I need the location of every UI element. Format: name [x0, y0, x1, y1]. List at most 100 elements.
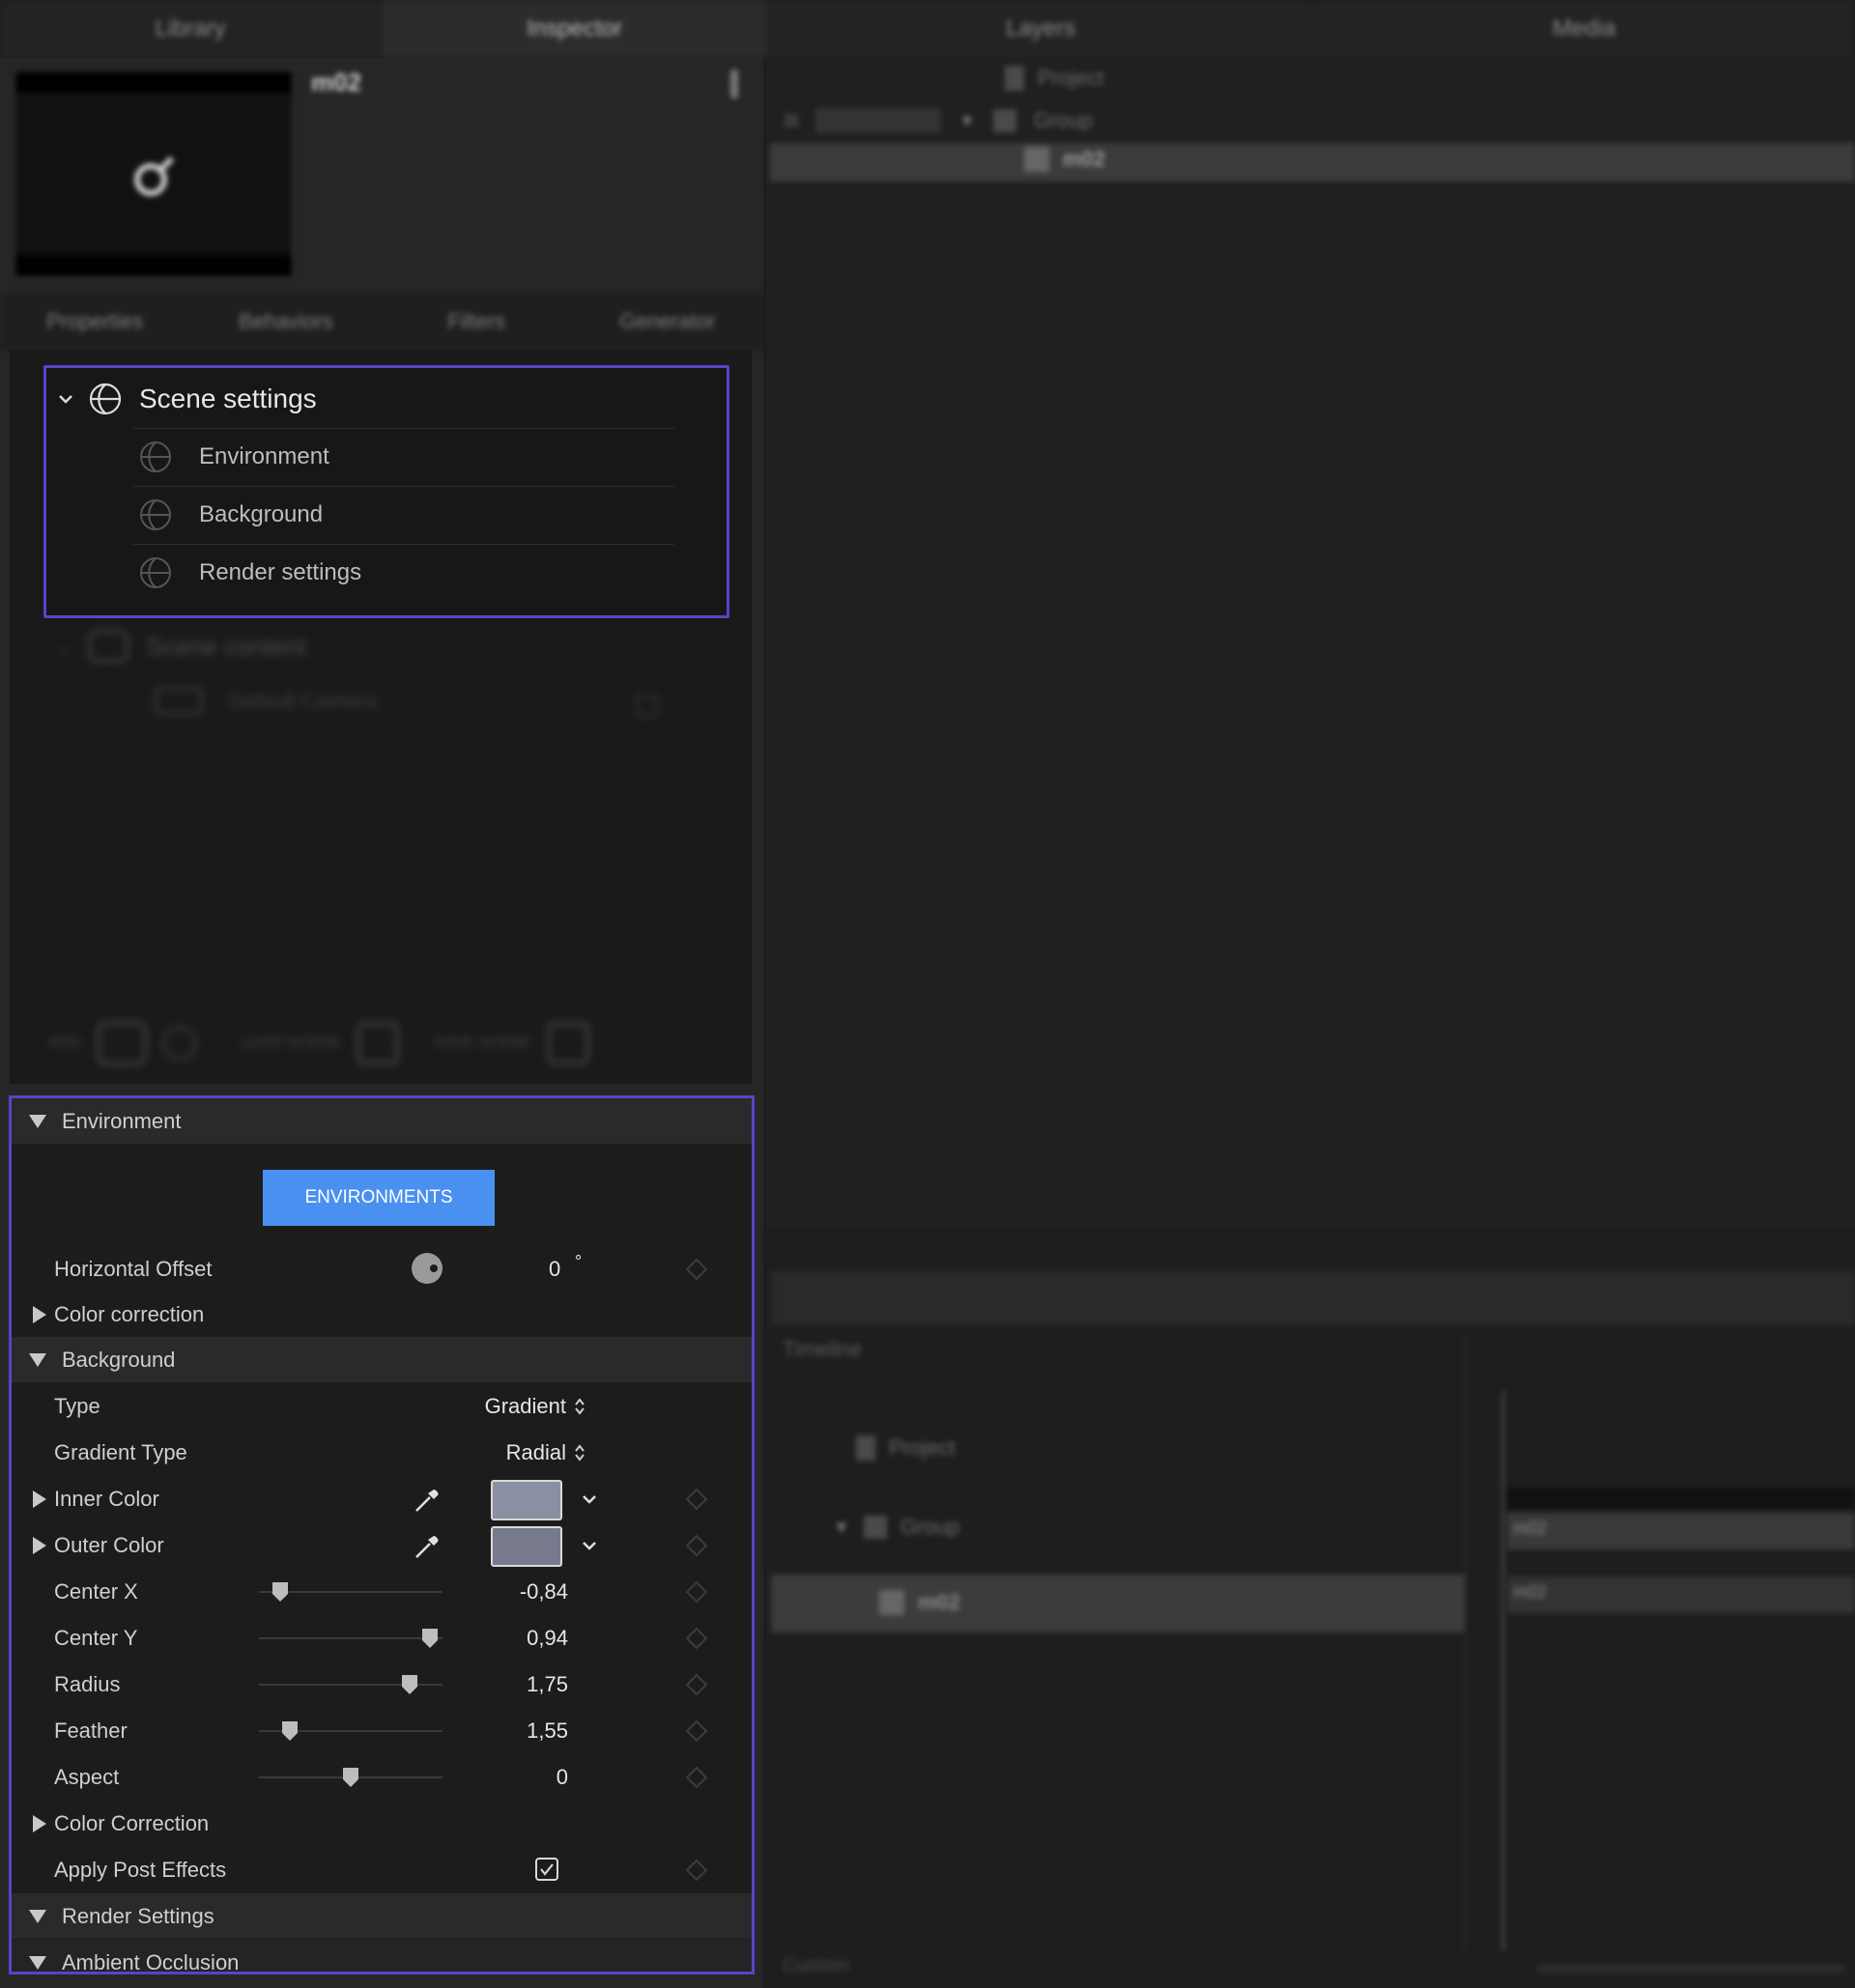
disclosure-right-icon[interactable]	[33, 1814, 46, 1832]
layers-group-row[interactable]: ▼ Group	[785, 108, 1093, 133]
environment-section-header[interactable]: Environment	[12, 1098, 752, 1144]
playhead[interactable]	[1501, 1391, 1505, 1951]
disclosure-down-icon[interactable]: ▼	[833, 1518, 850, 1538]
chevron-down-icon[interactable]	[582, 1493, 597, 1505]
timeline-selected-row[interactable]	[771, 1575, 1465, 1633]
disclosure-down-icon[interactable]: ▼	[958, 111, 976, 131]
inner-color-swatch[interactable]	[491, 1480, 562, 1520]
center-x-slider[interactable]	[259, 1582, 442, 1602]
feather-value[interactable]: 1,55	[527, 1718, 568, 1744]
gradient-type-popup[interactable]: Radial	[506, 1440, 585, 1465]
keyframe-icon[interactable]	[685, 1673, 708, 1695]
background-section-header[interactable]: Background	[12, 1337, 752, 1382]
disclosure-down-icon[interactable]	[29, 1909, 46, 1923]
tab-layers[interactable]: Layers	[768, 0, 1315, 58]
chevron-down-icon[interactable]	[582, 1540, 597, 1551]
keyframe-icon[interactable]	[685, 1766, 708, 1788]
slider-thumb[interactable]	[282, 1721, 299, 1741]
center-x-value[interactable]: -0,84	[520, 1579, 568, 1605]
radius-slider[interactable]	[259, 1675, 442, 1694]
slider-thumb[interactable]	[421, 1629, 438, 1648]
tab-library[interactable]: Library	[0, 0, 383, 58]
group-track	[1507, 1488, 1855, 1509]
tab-filters[interactable]: Filters	[382, 294, 573, 350]
disclosure-down-icon[interactable]	[29, 1352, 46, 1367]
center-y-value[interactable]: 0,94	[527, 1626, 568, 1651]
center-x-row: Center X -0,84	[12, 1569, 752, 1614]
scene-content-row[interactable]: ⌄ Scene content	[56, 630, 306, 663]
m02-track-1	[1507, 1513, 1855, 1549]
slider-thumb[interactable]	[401, 1675, 417, 1694]
disclosure-right-icon[interactable]	[33, 1305, 46, 1323]
tree-item-render-settings[interactable]: Render settings	[139, 552, 361, 594]
bg-color-correction-row[interactable]: Color Correction	[12, 1801, 752, 1846]
add-light-icon[interactable]	[161, 1026, 197, 1061]
group-icon	[992, 109, 1016, 132]
default-camera-row[interactable]: Default Camera	[155, 688, 377, 715]
layers-project-row[interactable]: Project	[1005, 66, 1103, 91]
updown-chevron-icon	[575, 1397, 585, 1415]
generator-icon	[1024, 147, 1049, 172]
keyframe-icon[interactable]	[685, 1719, 708, 1742]
tree-item-environment[interactable]: Environment	[139, 436, 329, 478]
timeline-scrollbar[interactable]	[1536, 1965, 1845, 1973]
keyframe-icon[interactable]	[685, 1859, 708, 1881]
type-popup[interactable]: Gradient	[485, 1394, 585, 1419]
disclosure-down-icon[interactable]	[29, 1955, 46, 1970]
save-scene-label[interactable]: SAVE SCENE	[434, 1035, 531, 1052]
scene-settings-row[interactable]: Scene settings	[58, 378, 317, 420]
info-icon[interactable]	[730, 70, 738, 99]
tab-properties[interactable]: Properties	[0, 294, 191, 350]
load-scene-icon[interactable]	[356, 1022, 399, 1065]
radius-value[interactable]: 1,75	[527, 1672, 568, 1697]
feather-slider[interactable]	[259, 1721, 442, 1741]
timeline-item-row[interactable]: m02	[879, 1590, 960, 1615]
keyframe-icon[interactable]	[685, 1627, 708, 1649]
keyframe-icon[interactable]	[685, 1488, 708, 1510]
slider-thumb[interactable]	[343, 1768, 358, 1787]
horizontal-offset-value[interactable]: 0	[549, 1257, 560, 1282]
eyedropper-icon[interactable]	[413, 1486, 442, 1515]
keyframe-icon[interactable]	[685, 1534, 708, 1556]
chevron-down-icon[interactable]	[58, 393, 73, 405]
center-y-slider[interactable]	[259, 1629, 442, 1648]
tab-inspector[interactable]: Inspector	[382, 0, 769, 58]
aspect-slider[interactable]	[259, 1768, 442, 1787]
load-scene-label[interactable]: LOAD SCENE	[242, 1035, 341, 1052]
layers-selected-row[interactable]	[770, 143, 1855, 182]
timeline-project-row[interactable]: Project	[856, 1435, 955, 1461]
center-y-label: Center Y	[54, 1625, 138, 1650]
preview-title: m02	[311, 68, 362, 97]
tab-behaviors[interactable]: Behaviors	[191, 294, 382, 350]
outer-color-swatch[interactable]	[491, 1526, 562, 1567]
disclosure-right-icon[interactable]	[33, 1536, 46, 1554]
layers-item-row[interactable]: m02	[1024, 147, 1105, 172]
ambient-occlusion-section-header[interactable]: Ambient Occlusion	[12, 1940, 752, 1972]
render-settings-section-header[interactable]: Render Settings	[12, 1893, 752, 1939]
color-correction-label: Color correction	[54, 1301, 205, 1326]
visibility-icon[interactable]	[785, 114, 798, 128]
angle-dial[interactable]	[411, 1252, 443, 1285]
aspect-value[interactable]: 0	[556, 1765, 568, 1790]
chevron-down-icon[interactable]: ⌄	[56, 637, 71, 657]
timeline-group-row[interactable]: ▼ Group	[833, 1515, 959, 1540]
tab-media[interactable]: Media	[1314, 0, 1855, 58]
disclosure-down-icon[interactable]	[29, 1114, 46, 1128]
track-label: m02	[1513, 1582, 1548, 1602]
save-scene-icon[interactable]	[547, 1022, 589, 1065]
camera-checkbox[interactable]	[636, 696, 657, 717]
environments-button[interactable]: ENVIRONMENTS	[263, 1170, 495, 1226]
add-object-icon[interactable]	[96, 1021, 147, 1065]
tab-generator[interactable]: Generator	[573, 294, 763, 350]
keyframe-icon[interactable]	[685, 1258, 708, 1280]
tree-item-background[interactable]: Background	[139, 494, 323, 536]
slider-thumb[interactable]	[271, 1582, 288, 1602]
disclosure-right-icon[interactable]	[33, 1490, 46, 1508]
color-correction-row[interactable]: Color correction	[12, 1292, 752, 1337]
keyframe-icon[interactable]	[685, 1580, 708, 1603]
apply-post-effects-checkbox[interactable]	[535, 1858, 558, 1881]
top-tab-bar: Library Inspector Layers Media	[0, 0, 1855, 58]
type-label: Type	[54, 1393, 100, 1418]
opacity-slider[interactable]	[815, 108, 941, 133]
eyedropper-icon[interactable]	[413, 1532, 442, 1561]
